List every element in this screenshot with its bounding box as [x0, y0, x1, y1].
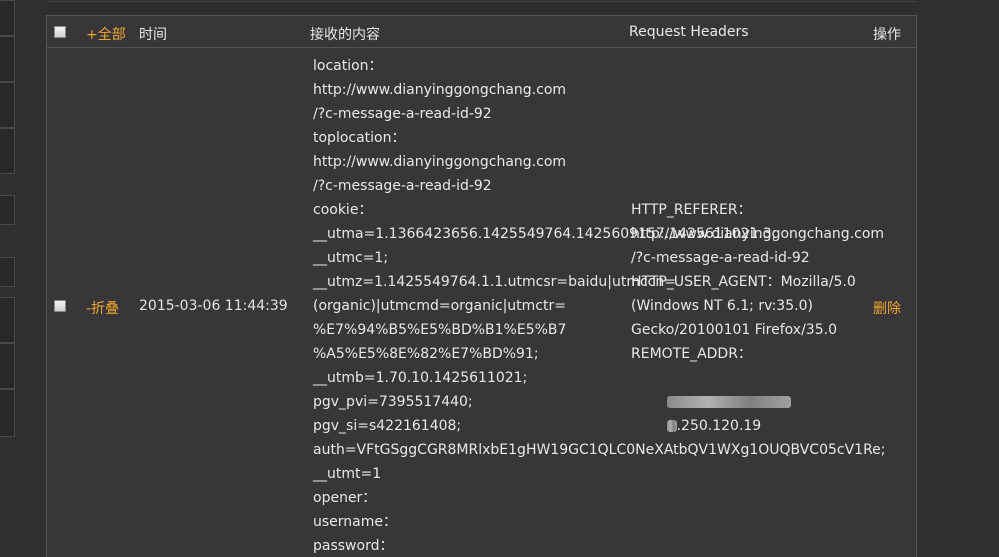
- sidebar-tab[interactable]: [0, 343, 15, 389]
- table-header: +全部 时间 接收的内容 Request Headers 操作: [47, 16, 916, 48]
- content-line: auth=VFtGSggCGR8MRlxbE1gHW19GC1QLC0NeXAt…: [313, 442, 886, 458]
- sidebar-tab[interactable]: [0, 389, 15, 437]
- content-line: /?c-message-a-read-id-92: [631, 250, 810, 266]
- sidebar-tab[interactable]: [0, 0, 15, 36]
- sidebar-tab[interactable]: [0, 82, 15, 128]
- content-line: REMOTE_ADDR：: [631, 346, 752, 362]
- content-line: /?c-message-a-read-id-92: [313, 106, 492, 122]
- content-line: opener：: [313, 490, 377, 506]
- select-all-checkbox[interactable]: [54, 26, 66, 38]
- content-line: http://www.dianyinggongchang.com: [313, 82, 567, 98]
- content-line: pgv_pvi=7395517440;: [313, 394, 473, 410]
- column-header-actions: 操作: [873, 27, 901, 43]
- sidebar-tab[interactable]: [0, 195, 15, 225]
- content-line: __utmt=1: [313, 466, 382, 482]
- expand-all-link[interactable]: +全部: [86, 24, 126, 44]
- remote-addr-value-2: .250.120.19: [631, 390, 761, 462]
- content-line: toplocation：: [313, 130, 406, 146]
- content-line: Gecko/20100101 Firefox/35.0: [631, 322, 837, 338]
- sidebar-tab[interactable]: [0, 297, 15, 343]
- sidebar-tab[interactable]: [0, 36, 15, 82]
- delete-link[interactable]: 删除: [873, 298, 901, 318]
- message-table: +全部 时间 接收的内容 Request Headers 操作 -折叠 2015…: [46, 1, 917, 557]
- content-line: location：: [313, 58, 383, 74]
- redacted-ip: [666, 420, 677, 432]
- page: +全部 时间 接收的内容 Request Headers 操作 -折叠 2015…: [0, 0, 999, 557]
- request-headers-content: HTTP_REFERER： http://www.dianyinggongchan…: [631, 198, 884, 366]
- content-line: (Windows NT 6.1; rv:35.0): [631, 298, 813, 314]
- content-line: http://www.dianyinggongchang.com: [631, 226, 885, 242]
- collapse-toggle[interactable]: -折叠: [86, 298, 119, 318]
- sidebar-tab[interactable]: [0, 257, 15, 287]
- remote-addr-text: .250.120.19: [676, 418, 762, 434]
- column-header-content: 接收的内容: [310, 27, 380, 43]
- content-line: __utmb=1.70.10.1425611021;: [313, 370, 528, 386]
- content-line: password：: [313, 538, 394, 554]
- content-line: /?c-message-a-read-id-92: [313, 178, 492, 194]
- content-line: HTTP_USER_AGENT：Mozilla/5.0: [631, 274, 856, 290]
- column-header-time: 时间: [139, 27, 167, 43]
- content-line: pgv_si=s422161408;: [313, 418, 462, 434]
- column-header-request-headers: Request Headers: [629, 24, 749, 40]
- content-line: http://www.dianyinggongchang.com: [313, 154, 567, 170]
- row-select-checkbox[interactable]: [54, 300, 66, 312]
- row-time: 2015-03-06 11:44:39: [139, 298, 288, 314]
- content-line: username：: [313, 514, 397, 530]
- content-line: HTTP_REFERER：: [631, 202, 752, 218]
- sidebar-tab[interactable]: [0, 128, 15, 174]
